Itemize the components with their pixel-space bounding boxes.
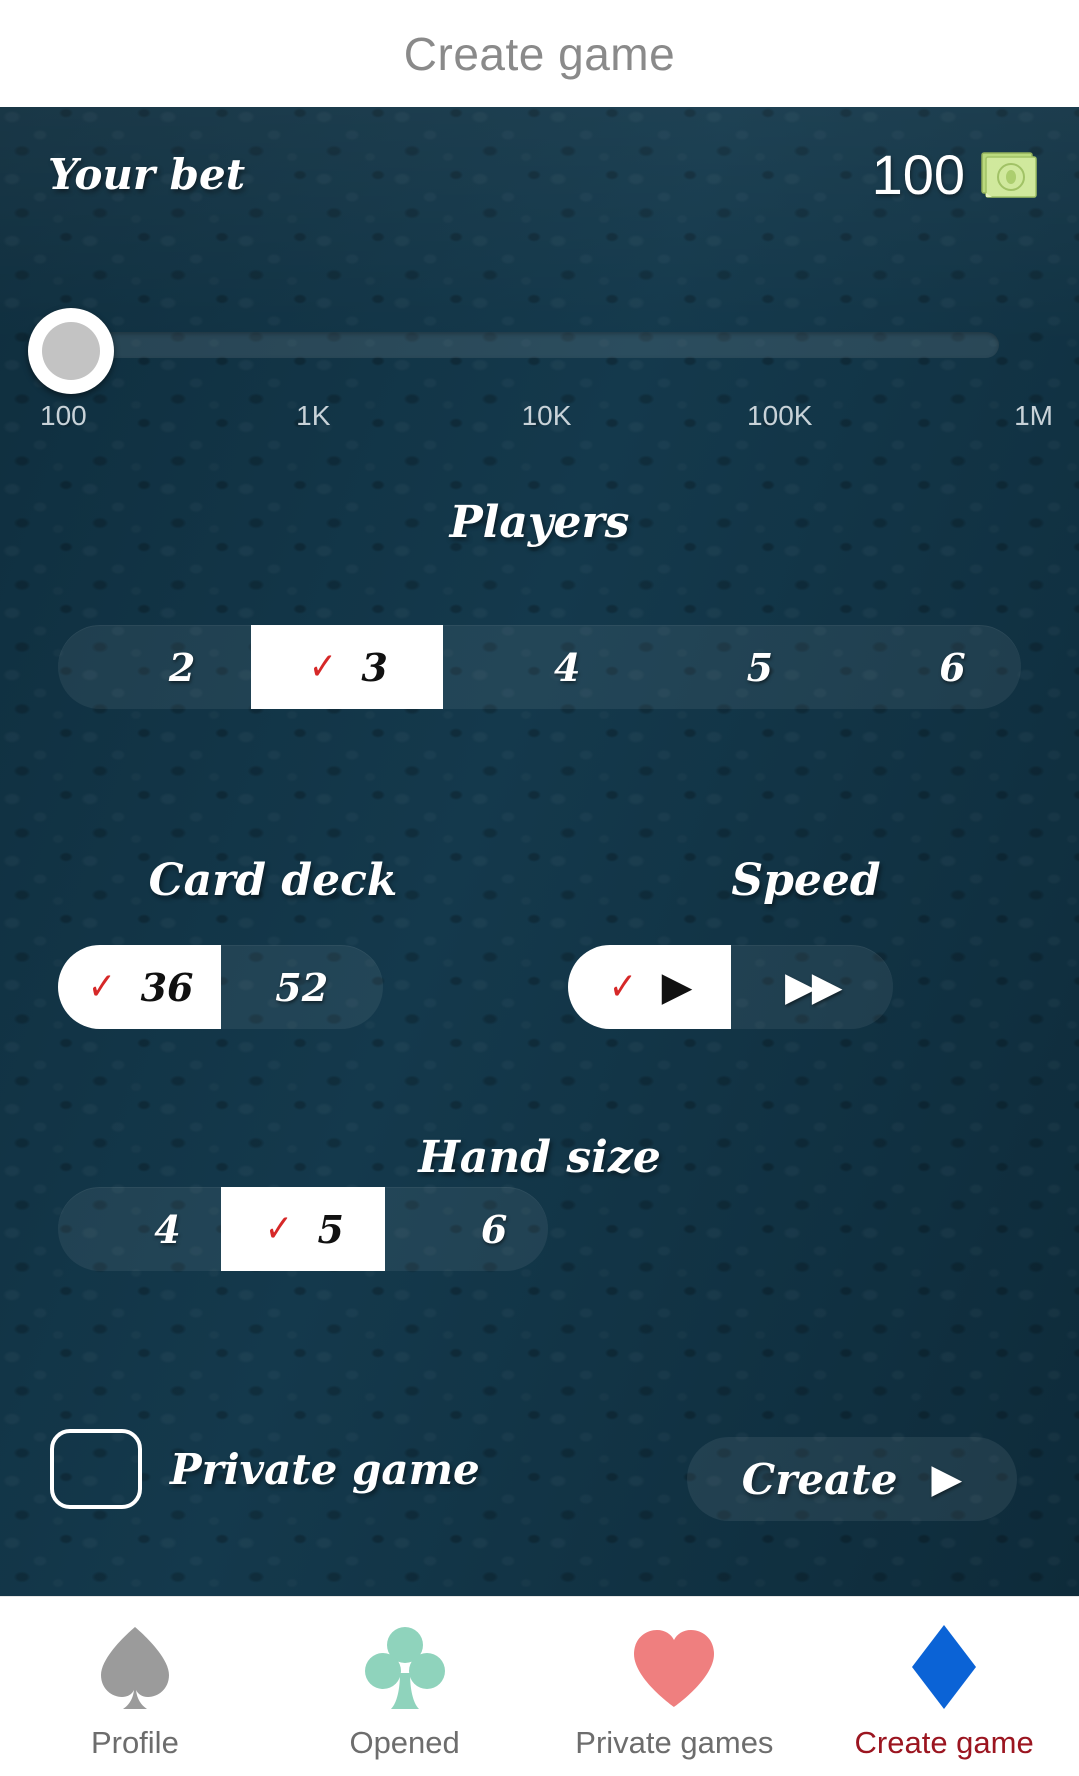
create-game-screen: Create game Your bet 100 100 1K 10K 100K… [0, 0, 1079, 1776]
speed-segmented-control[interactable]: ✓ ▶ ▶▶ [568, 945, 893, 1029]
card-deck-option-label: 52 [275, 964, 329, 1010]
nav-label: Private games [575, 1724, 774, 1760]
nav-item-profile[interactable]: Profile [0, 1597, 270, 1776]
bet-value-group: 100 [872, 142, 1039, 207]
create-button[interactable]: Create ▶ [687, 1437, 1017, 1521]
players-title: Players [449, 497, 630, 548]
hand-size-option-label: 4 [154, 1206, 181, 1252]
players-option-5[interactable]: ✓ 5 [636, 625, 829, 709]
players-option-label: 3 [361, 644, 388, 690]
card-deck-option-36[interactable]: ✓ 36 [58, 945, 221, 1029]
hand-size-option-6[interactable]: ✓ 6 [385, 1187, 548, 1271]
hand-size-segmented-control[interactable]: ✓ 4 ✓ 5 ✓ 6 [58, 1187, 548, 1271]
heart-icon [624, 1619, 724, 1715]
bet-value: 100 [871, 143, 965, 206]
hand-size-option-4[interactable]: ✓ 4 [58, 1187, 221, 1271]
players-option-label: 2 [168, 644, 196, 690]
players-option-label: 5 [746, 644, 774, 690]
bet-slider[interactable]: 100 1K 10K 100K 1M [0, 302, 1079, 432]
nav-item-private-games[interactable]: Private games [540, 1597, 810, 1776]
titlebar: Create game [0, 0, 1079, 107]
bet-tick-100: 100 [40, 400, 87, 431]
check-icon: ✓ [87, 962, 117, 1012]
players-segmented-control[interactable]: ✓ 2 ✓ 3 ✓ 4 ✓ 5 ✓ 6 [58, 625, 1021, 709]
card-deck-option-52[interactable]: 52 [221, 945, 384, 1029]
bet-row: Your bet 100 [48, 142, 1039, 207]
create-button-label: Create [741, 1454, 898, 1504]
nav-item-create-game[interactable]: Create game [809, 1597, 1079, 1776]
speed-option-normal[interactable]: ✓ ▶ [568, 945, 731, 1029]
bet-tick-1k: 1K [296, 400, 331, 431]
bet-slider-ticks: 100 1K 10K 100K 1M [40, 400, 1053, 432]
hand-size-option-5[interactable]: ✓ 5 [221, 1187, 385, 1271]
play-arrow-icon: ▶ [931, 1457, 963, 1501]
card-deck-title: Card deck [148, 855, 398, 906]
check-icon: ✓ [608, 962, 638, 1012]
card-deck-segmented-control[interactable]: ✓ 36 52 [58, 945, 383, 1029]
club-icon [355, 1619, 455, 1715]
fast-forward-icon: ▶▶ [784, 963, 842, 1010]
card-deck-option-label: 36 [140, 964, 194, 1010]
players-option-4[interactable]: ✓ 4 [443, 625, 636, 709]
nav-label: Create game [854, 1724, 1034, 1760]
bottom-nav: Profile Opened Private games Create game [0, 1596, 1079, 1776]
check-icon: ✓ [264, 1204, 294, 1254]
diamond-icon [894, 1619, 994, 1715]
speed-option-fast[interactable]: ▶▶ [731, 945, 894, 1029]
players-option-3[interactable]: ✓ 3 [250, 625, 444, 709]
speed-title: Speed [731, 855, 881, 906]
hand-size-option-label: 5 [317, 1206, 344, 1252]
play-icon: ▶ [661, 963, 693, 1010]
private-game-checkbox[interactable] [50, 1429, 142, 1509]
game-settings-board: Your bet 100 100 1K 10K 100K 1M Players … [0, 107, 1079, 1596]
hand-size-option-label: 6 [480, 1206, 508, 1252]
check-icon: ✓ [308, 642, 338, 692]
private-game-label: Private game [170, 1444, 480, 1494]
money-banknote-icon [979, 149, 1039, 201]
bet-label: Your bet [48, 150, 246, 199]
private-game-row[interactable]: Private game [50, 1429, 480, 1509]
bet-tick-1m: 1M [1014, 400, 1053, 431]
players-option-label: 4 [554, 644, 581, 690]
players-option-label: 6 [939, 644, 966, 690]
bet-tick-100k: 100K [747, 400, 813, 431]
nav-item-opened[interactable]: Opened [270, 1597, 540, 1776]
bet-slider-thumb[interactable] [28, 308, 114, 394]
nav-label: Opened [349, 1724, 460, 1760]
page-title: Create game [403, 27, 676, 80]
players-option-6[interactable]: ✓ 6 [828, 625, 1021, 709]
bet-slider-track[interactable] [54, 332, 999, 358]
players-option-2[interactable]: ✓ 2 [58, 625, 251, 709]
hand-size-title: Hand size [418, 1132, 661, 1183]
spade-icon [85, 1619, 185, 1715]
bet-tick-10k: 10K [521, 400, 572, 431]
nav-label: Profile [90, 1724, 179, 1760]
